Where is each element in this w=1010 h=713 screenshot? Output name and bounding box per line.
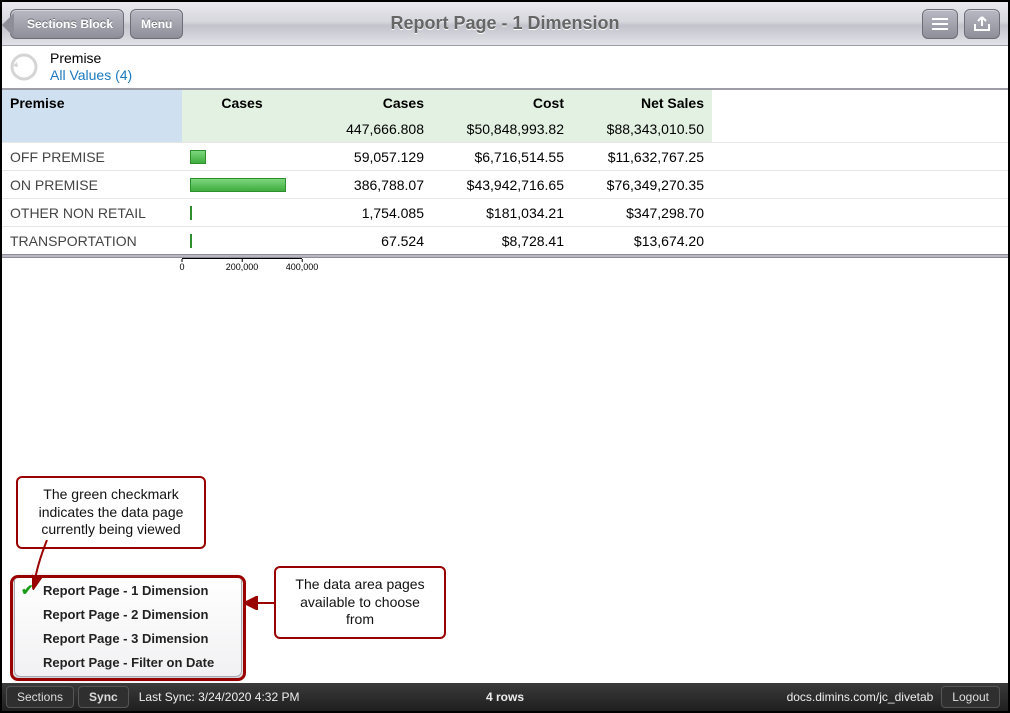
row-bar (182, 227, 302, 254)
page-menu-item[interactable]: Report Page - 2 Dimension (15, 602, 241, 626)
arrow-icon (32, 540, 62, 590)
row-cost: $6,716,514.55 (432, 143, 572, 170)
page-menu-item-label: Report Page - 3 Dimension (43, 631, 208, 646)
table-row[interactable]: OFF PREMISE 59,057.129$6,716,514.55$11,63… (2, 142, 1008, 170)
table-row[interactable]: OTHER NON RETAIL 1,754.085$181,034.21$347… (2, 198, 1008, 226)
row-bar (182, 143, 302, 170)
bar-axis: 0 200,000 400,000 (182, 258, 302, 276)
hamburger-icon[interactable] (922, 9, 958, 39)
col-header-cost[interactable]: Cost (432, 90, 572, 116)
row-dim: TRANSPORTATION (2, 227, 182, 254)
annotation-checkmark-note: The green checkmark indicates the data p… (16, 476, 206, 549)
row-cases: 386,788.07 (302, 171, 432, 198)
arrow-icon (246, 596, 276, 610)
filter-dimension: Premise (50, 50, 132, 67)
row-cases: 1,754.085 (302, 199, 432, 226)
row-cost: $181,034.21 (432, 199, 572, 226)
annotation-pages-note: The data area pages available to choose … (274, 566, 446, 639)
row-dim: ON PREMISE (2, 171, 182, 198)
col-header-casesbar[interactable]: Cases (182, 90, 302, 116)
back-button[interactable]: Sections Block (10, 9, 124, 39)
page-menu-item-label: Report Page - 2 Dimension (43, 607, 208, 622)
last-sync-label: Last Sync: 3/24/2020 4:32 PM (139, 690, 300, 704)
logout-button[interactable]: Logout (941, 686, 1000, 708)
col-header-cases[interactable]: Cases (302, 90, 432, 116)
row-net: $13,674.20 (572, 227, 712, 254)
undo-icon[interactable] (2, 45, 46, 89)
sections-button[interactable]: Sections (6, 686, 74, 708)
sync-button[interactable]: Sync (78, 686, 129, 708)
page-menu-item[interactable]: Report Page - 3 Dimension (15, 626, 241, 650)
row-cases: 59,057.129 (302, 143, 432, 170)
page-selection-menu[interactable]: ✔Report Page - 1 DimensionReport Page - … (14, 575, 242, 677)
row-cost: $8,728.41 (432, 227, 572, 254)
top-toolbar: Sections Block Menu Report Page - 1 Dime… (2, 2, 1008, 46)
row-cases: 67.524 (302, 227, 432, 254)
col-header-net[interactable]: Net Sales (572, 90, 712, 116)
row-net: $347,298.70 (572, 199, 712, 226)
host-label: docs.dimins.com/jc_divetab (787, 690, 934, 704)
row-cost: $43,942,716.65 (432, 171, 572, 198)
total-net: $88,343,010.50 (572, 116, 712, 142)
grid-separator (2, 254, 1008, 258)
row-net: $11,632,767.25 (572, 143, 712, 170)
row-dim: OFF PREMISE (2, 143, 182, 170)
filter-bar: Premise All Values (4) (2, 46, 1008, 90)
row-bar (182, 199, 302, 226)
page-menu-item-label: Report Page - Filter on Date (43, 655, 214, 670)
page-menu-item-label: Report Page - 1 Dimension (43, 583, 208, 598)
menu-button[interactable]: Menu (130, 9, 183, 39)
page-menu-item[interactable]: Report Page - Filter on Date (15, 650, 241, 674)
status-bar: Sections Sync Last Sync: 3/24/2020 4:32 … (2, 683, 1008, 711)
total-cases: 447,666.808 (302, 116, 432, 142)
col-header-dim[interactable]: Premise (2, 90, 182, 116)
table-row[interactable]: TRANSPORTATION 67.524$8,728.41$13,674.20 (2, 226, 1008, 254)
total-cost: $50,848,993.82 (432, 116, 572, 142)
share-icon[interactable] (964, 9, 1000, 39)
filter-values-link[interactable]: All Values (4) (50, 67, 132, 84)
table-row[interactable]: ON PREMISE 386,788.07$43,942,716.65$76,34… (2, 170, 1008, 198)
data-grid: Premise Cases Cases Cost Net Sales 447,6… (2, 90, 1008, 276)
row-bar (182, 171, 302, 198)
row-dim: OTHER NON RETAIL (2, 199, 182, 226)
row-net: $76,349,270.35 (572, 171, 712, 198)
